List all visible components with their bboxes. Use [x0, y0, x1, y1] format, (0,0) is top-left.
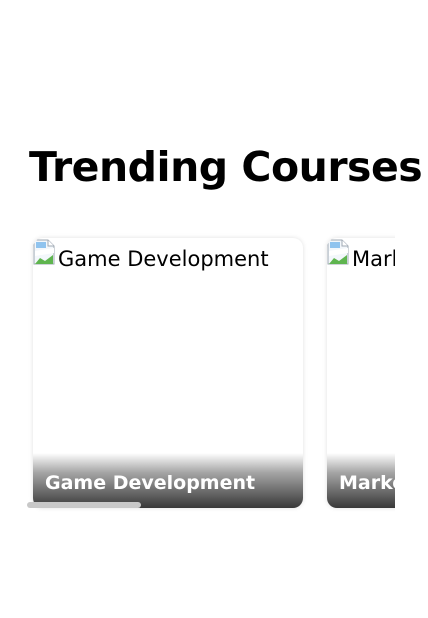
scrollbar-thumb[interactable]	[27, 502, 141, 508]
image-alt-text: Game Development	[58, 247, 269, 271]
carousel-track: Game Development Game Development Market…	[27, 232, 395, 512]
course-card-marketing[interactable]: Marketing Marketing	[327, 238, 395, 508]
course-card-game-development[interactable]: Game Development Game Development	[33, 238, 303, 508]
carousel-scrollbar[interactable]	[27, 502, 395, 508]
image-alt-text: Marketing	[352, 247, 395, 271]
course-image: Game Development	[33, 238, 269, 273]
course-image: Marketing	[327, 238, 395, 273]
broken-image-icon	[327, 239, 349, 265]
course-title: Game Development	[45, 472, 256, 494]
course-carousel[interactable]: Game Development Game Development Market…	[27, 232, 395, 512]
broken-image-icon	[33, 239, 55, 265]
section-title: Trending Courses	[29, 143, 423, 191]
course-title: Marketing	[339, 472, 395, 494]
